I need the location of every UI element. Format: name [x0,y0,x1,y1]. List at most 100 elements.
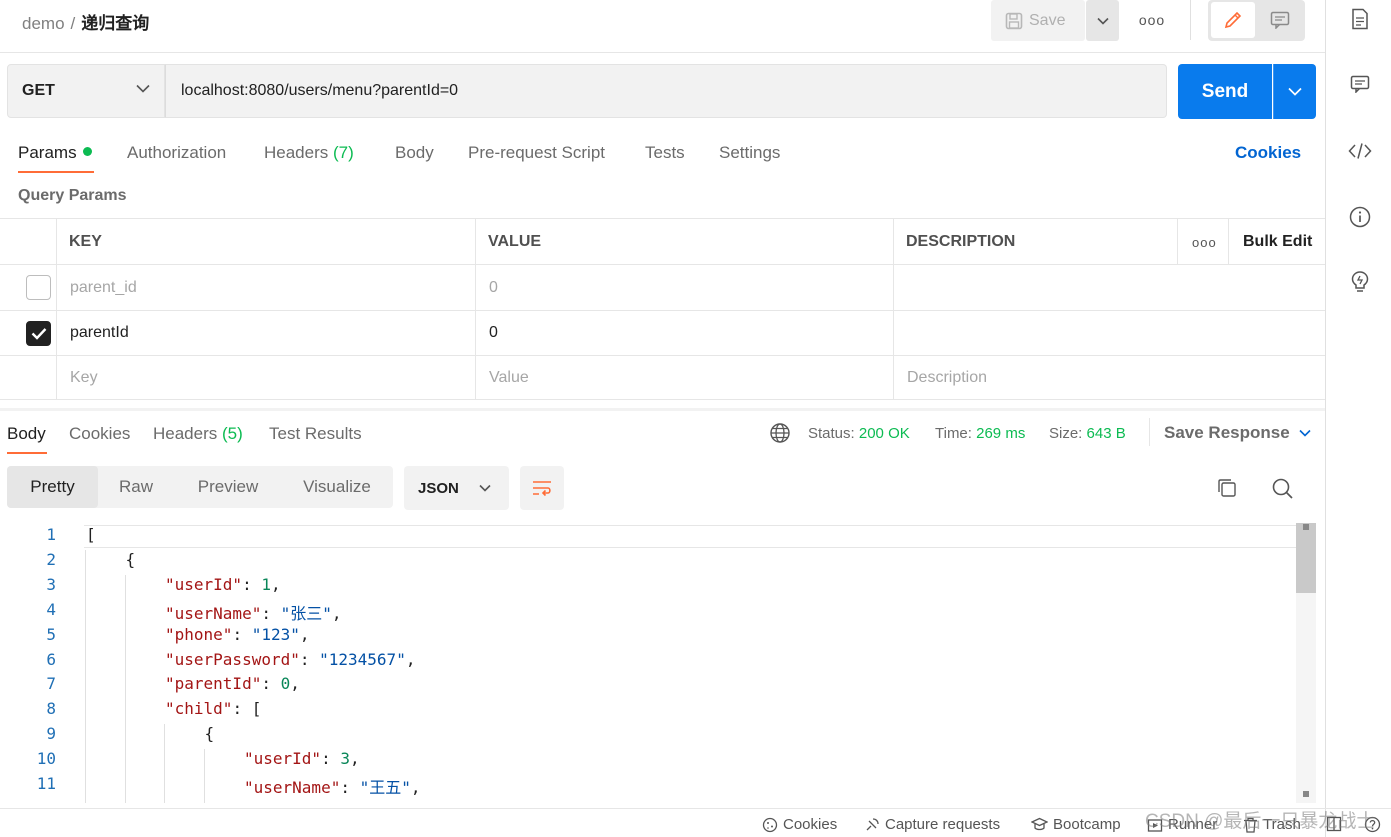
tab-params[interactable]: Params [18,143,92,163]
tab-pre-request-script[interactable]: Pre-request Script [468,143,605,163]
response-tab-test-results[interactable]: Test Results [269,424,362,444]
comments-icon[interactable] [1346,70,1374,98]
line-number: 2 [46,549,56,569]
view-mode-pretty[interactable]: Pretty [7,466,98,508]
param-value[interactable]: 0 [489,265,498,310]
line-number: 11 [36,774,56,793]
send-dropdown-button[interactable] [1273,64,1316,119]
globe-icon[interactable] [769,422,791,449]
breadcrumb-separator: / [70,14,76,33]
scroll-down-arrow[interactable] [1303,791,1309,797]
format-select[interactable]: JSON [404,466,509,510]
view-mode-raw[interactable]: Raw [105,466,167,508]
response-size: Size: 643 B [1049,425,1126,442]
pane-splitter[interactable] [0,408,1325,411]
status-value: 200 OK [858,425,910,442]
footer-cookies-button[interactable]: Cookies [762,816,837,833]
chevron-down-icon [1288,87,1302,96]
scroll-up-arrow[interactable] [1303,524,1309,530]
row-checkbox[interactable] [26,275,51,300]
request-name[interactable]: 递归查询 [81,14,149,33]
tab-tests[interactable]: Tests [645,143,685,163]
code-line: "parentId": 0, [165,674,300,693]
code-token: "userName" [165,603,262,623]
query-params-title: Query Params [18,187,127,204]
comment-mode-button[interactable] [1258,2,1302,38]
value-placeholder[interactable]: Value [489,356,529,399]
tab-body[interactable]: Body [395,143,434,163]
code-token: , [331,603,342,623]
param-key[interactable]: parentId [70,311,129,355]
chevron-down-icon [1299,429,1311,437]
params-active-dot [82,147,92,156]
params-more-button[interactable]: ooo [1192,219,1217,265]
info-icon[interactable] [1346,203,1374,231]
table-row: parent_id 0 [0,264,1325,310]
tab-label: Body [395,143,434,162]
code-token: : [261,674,281,694]
param-value[interactable]: 0 [489,311,498,355]
url-text: localhost:8080/users/menu?parentId=0 [181,82,459,99]
url-input[interactable]: localhost:8080/users/menu?parentId=0 [165,64,1167,118]
view-mode-visualize[interactable]: Visualize [293,466,381,508]
save-button[interactable]: Save [991,0,1085,41]
code-token: : [261,603,281,623]
bootcamp-button[interactable]: Bootcamp [1031,816,1121,833]
method-select[interactable]: GET [7,64,165,118]
graduation-cap-icon [1031,817,1048,831]
bulk-edit-button[interactable]: Bulk Edit [1243,219,1312,265]
view-mode-preview[interactable]: Preview [187,466,269,508]
search-icon[interactable] [1271,477,1294,505]
code-line: "child": [ [165,699,261,718]
row-checkbox[interactable] [26,321,51,346]
tab-active-indicator [18,171,94,173]
code-token: , [349,749,360,769]
edit-mode-button[interactable] [1211,2,1255,38]
wrap-lines-button[interactable] [520,466,564,510]
param-key[interactable]: parent_id [70,265,137,310]
save-response-label: Save Response [1164,423,1290,442]
tab-settings[interactable]: Settings [719,143,780,163]
column-header-key: KEY [69,233,102,250]
column-header-description: DESCRIPTION [906,233,1016,250]
more-actions-button[interactable]: ooo [1137,8,1167,32]
mode-switcher [1208,0,1305,41]
response-tab-cookies[interactable]: Cookies [69,424,130,444]
column-divider [1177,218,1178,264]
size-value: 643 B [1086,425,1126,442]
code-icon[interactable] [1346,137,1374,165]
header-divider [1190,0,1191,40]
cookies-link[interactable]: Cookies [1235,143,1301,163]
response-tab-headers[interactable]: Headers (5) [153,424,243,444]
save-response-button[interactable]: Save Response [1164,423,1311,443]
line-number: 9 [46,724,56,744]
bootcamp-label: Bootcamp [1053,816,1121,833]
code-token: : [ [232,699,262,719]
view-mode-switcher: Pretty Raw Preview Visualize [7,466,393,508]
send-button[interactable]: Send [1178,64,1272,119]
save-dropdown-button[interactable] [1086,0,1119,41]
lightbulb-icon[interactable] [1346,268,1374,296]
code-line: "userPassword": "1234567", [165,650,415,669]
code-token: { [204,724,215,744]
line-number: 1 [46,525,56,544]
code-token: , [270,574,281,594]
scrollbar-thumb[interactable] [1296,523,1316,593]
key-placeholder[interactable]: Key [70,356,98,399]
description-placeholder[interactable]: Description [907,356,987,399]
response-tab-body[interactable]: Body [7,424,46,444]
code-token: : [242,574,262,594]
chevron-down-icon [479,484,491,492]
code-token: "userId" [165,574,243,594]
documentation-icon[interactable] [1346,5,1374,33]
capture-requests-button[interactable]: Capture requests [864,816,1000,833]
code-token: "1234567" [319,649,406,669]
tab-authorization[interactable]: Authorization [127,143,226,163]
code-token: [ [86,525,96,544]
response-body-viewer[interactable]: 1 [2 {3 "userId": 1, 4 "userName": "张三", 5 "pho… [0,523,1316,803]
code-line: "userName": "王五", [244,774,421,798]
code-token: "phone" [165,624,233,644]
copy-icon[interactable] [1216,477,1238,504]
tab-headers[interactable]: Headers (7) [264,143,354,163]
workspace-link[interactable]: demo [22,14,65,33]
